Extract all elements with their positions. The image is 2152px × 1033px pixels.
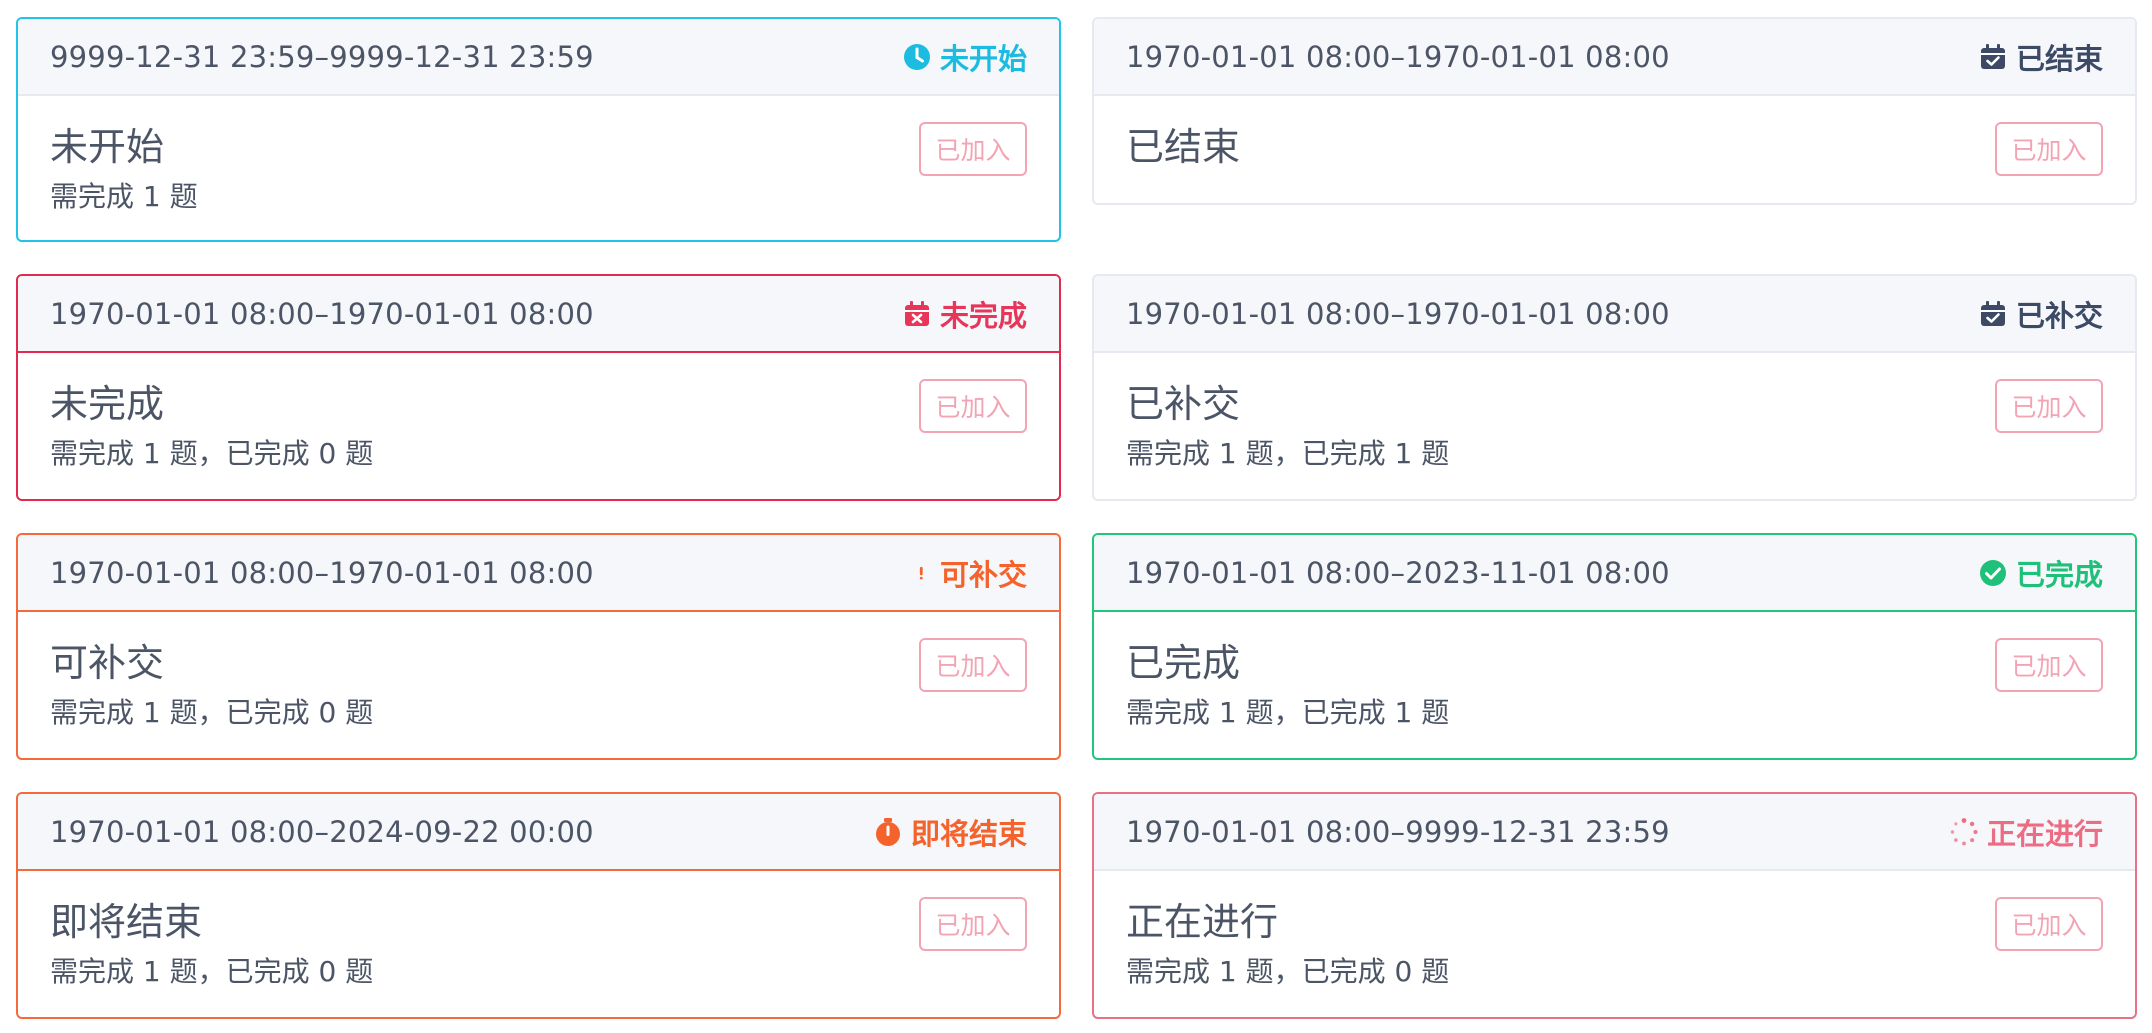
card-header: 1970-01-01 08:00–1970-01-01 08:00 已结束 xyxy=(1094,19,2135,96)
assignment-title: 未完成 xyxy=(50,382,165,426)
status-badge: 未开始 xyxy=(902,36,1027,78)
assignment-progress: 需完成 1 题，已完成 1 题 xyxy=(1126,437,1450,470)
clock-icon xyxy=(902,42,932,72)
assignment-progress: 需完成 1 题，已完成 0 题 xyxy=(50,955,374,988)
assignment-card-in-progress[interactable]: 1970-01-01 08:00–9999-12-31 23:59 正在进行 正… xyxy=(1092,792,2137,1019)
joined-button[interactable]: 已加入 xyxy=(919,379,1027,433)
assignment-title: 正在进行 xyxy=(1126,900,1279,944)
status-badge: 已结束 xyxy=(1978,36,2103,78)
status-label: 已结束 xyxy=(2015,41,2103,76)
status-badge: 即将结束 xyxy=(873,811,1027,853)
time-range: 1970-01-01 08:00–9999-12-31 23:59 xyxy=(1126,814,1670,849)
stopwatch-icon xyxy=(873,817,903,847)
assignment-progress: 需完成 1 题 xyxy=(50,180,198,213)
assignment-card-incomplete[interactable]: 1970-01-01 08:00–1970-01-01 08:00 未完成 未完… xyxy=(16,274,1061,501)
card-header: 1970-01-01 08:00–2024-09-22 00:00 即将结束 xyxy=(18,794,1059,871)
status-label: 未完成 xyxy=(939,298,1027,333)
status-label: 正在进行 xyxy=(1986,816,2103,851)
time-range: 1970-01-01 08:00–2024-09-22 00:00 xyxy=(50,814,594,849)
card-header: 1970-01-01 08:00–9999-12-31 23:59 正在进行 xyxy=(1094,794,2135,871)
joined-button[interactable]: 已加入 xyxy=(919,897,1027,951)
assignment-card-completed[interactable]: 1970-01-01 08:00–2023-11-01 08:00 已完成 已完… xyxy=(1092,533,2137,760)
status-badge: 已完成 xyxy=(1978,552,2103,594)
time-range: 1970-01-01 08:00–1970-01-01 08:00 xyxy=(1126,39,1670,74)
status-badge: 未完成 xyxy=(902,293,1027,335)
assignment-card-ending-soon[interactable]: 1970-01-01 08:00–2024-09-22 00:00 即将结束 即… xyxy=(16,792,1061,1019)
card-body: 未开始 需完成 1 题 已加入 xyxy=(18,96,1059,216)
assignment-title: 已结束 xyxy=(1126,125,1241,169)
card-body: 已补交 需完成 1 题，已完成 1 题 已加入 xyxy=(1094,353,2135,473)
calendar-check-icon xyxy=(1978,42,2008,72)
card-body: 已完成 需完成 1 题，已完成 1 题 已加入 xyxy=(1094,612,2135,732)
card-header: 9999-12-31 23:59–9999-12-31 23:59 未开始 xyxy=(18,19,1059,96)
status-label: 即将结束 xyxy=(910,816,1027,851)
card-header: 1970-01-01 08:00–1970-01-01 08:00 已补交 xyxy=(1094,276,2135,353)
assignment-title: 已补交 xyxy=(1126,382,1241,426)
assignment-card-late-submitted[interactable]: 1970-01-01 08:00–1970-01-01 08:00 已补交 已补… xyxy=(1092,274,2137,501)
card-body: 未完成 需完成 1 题，已完成 0 题 已加入 xyxy=(18,353,1059,473)
card-header: 1970-01-01 08:00–2023-11-01 08:00 已完成 xyxy=(1094,535,2135,612)
time-range: 1970-01-01 08:00–2023-11-01 08:00 xyxy=(1126,555,1670,590)
card-body: 已结束 已加入 xyxy=(1094,96,2135,176)
assignment-card-ended[interactable]: 1970-01-01 08:00–1970-01-01 08:00 已结束 已结… xyxy=(1092,17,2137,205)
card-body: 正在进行 需完成 1 题，已完成 0 题 已加入 xyxy=(1094,871,2135,991)
spinner-icon xyxy=(1949,817,1979,847)
card-body: 可补交 需完成 1 题，已完成 0 题 已加入 xyxy=(18,612,1059,732)
joined-button[interactable]: 已加入 xyxy=(919,638,1027,692)
status-badge: 正在进行 xyxy=(1949,811,2103,853)
assignment-card-grid: 9999-12-31 23:59–9999-12-31 23:59 未开始 未开… xyxy=(0,0,2152,1033)
status-badge: 可补交 xyxy=(918,552,1027,594)
assignment-card-not-started[interactable]: 9999-12-31 23:59–9999-12-31 23:59 未开始 未开… xyxy=(16,17,1061,242)
assignment-title: 即将结束 xyxy=(50,900,203,944)
joined-button[interactable]: 已加入 xyxy=(1995,379,2103,433)
time-range: 9999-12-31 23:59–9999-12-31 23:59 xyxy=(50,39,594,74)
assignment-card-late-allowed[interactable]: 1970-01-01 08:00–1970-01-01 08:00 可补交 可补… xyxy=(16,533,1061,760)
status-label: 已补交 xyxy=(2015,298,2103,333)
assignment-title: 未开始 xyxy=(50,125,165,169)
joined-button[interactable]: 已加入 xyxy=(919,122,1027,176)
card-header: 1970-01-01 08:00–1970-01-01 08:00 可补交 xyxy=(18,535,1059,612)
status-label: 未开始 xyxy=(939,41,1027,76)
card-body: 即将结束 需完成 1 题，已完成 0 题 已加入 xyxy=(18,871,1059,991)
status-badge: 已补交 xyxy=(1978,293,2103,335)
status-label: 可补交 xyxy=(939,557,1027,592)
assignment-progress: 需完成 1 题，已完成 1 题 xyxy=(1126,696,1450,729)
exclamation-icon xyxy=(918,558,932,588)
calendar-check-icon xyxy=(1978,299,2008,329)
time-range: 1970-01-01 08:00–1970-01-01 08:00 xyxy=(50,296,594,331)
joined-button[interactable]: 已加入 xyxy=(1995,897,2103,951)
assignment-progress: 需完成 1 题，已完成 0 题 xyxy=(50,696,374,729)
joined-button[interactable]: 已加入 xyxy=(1995,638,2103,692)
time-range: 1970-01-01 08:00–1970-01-01 08:00 xyxy=(50,555,594,590)
assignment-title: 已完成 xyxy=(1126,641,1241,685)
assignment-progress: 需完成 1 题，已完成 0 题 xyxy=(1126,955,1450,988)
status-label: 已完成 xyxy=(2015,557,2103,592)
assignment-title: 可补交 xyxy=(50,641,165,685)
joined-button[interactable]: 已加入 xyxy=(1995,122,2103,176)
check-circle-icon xyxy=(1978,558,2008,588)
card-header: 1970-01-01 08:00–1970-01-01 08:00 未完成 xyxy=(18,276,1059,353)
calendar-x-icon xyxy=(902,299,932,329)
assignment-progress: 需完成 1 题，已完成 0 题 xyxy=(50,437,374,470)
time-range: 1970-01-01 08:00–1970-01-01 08:00 xyxy=(1126,296,1670,331)
